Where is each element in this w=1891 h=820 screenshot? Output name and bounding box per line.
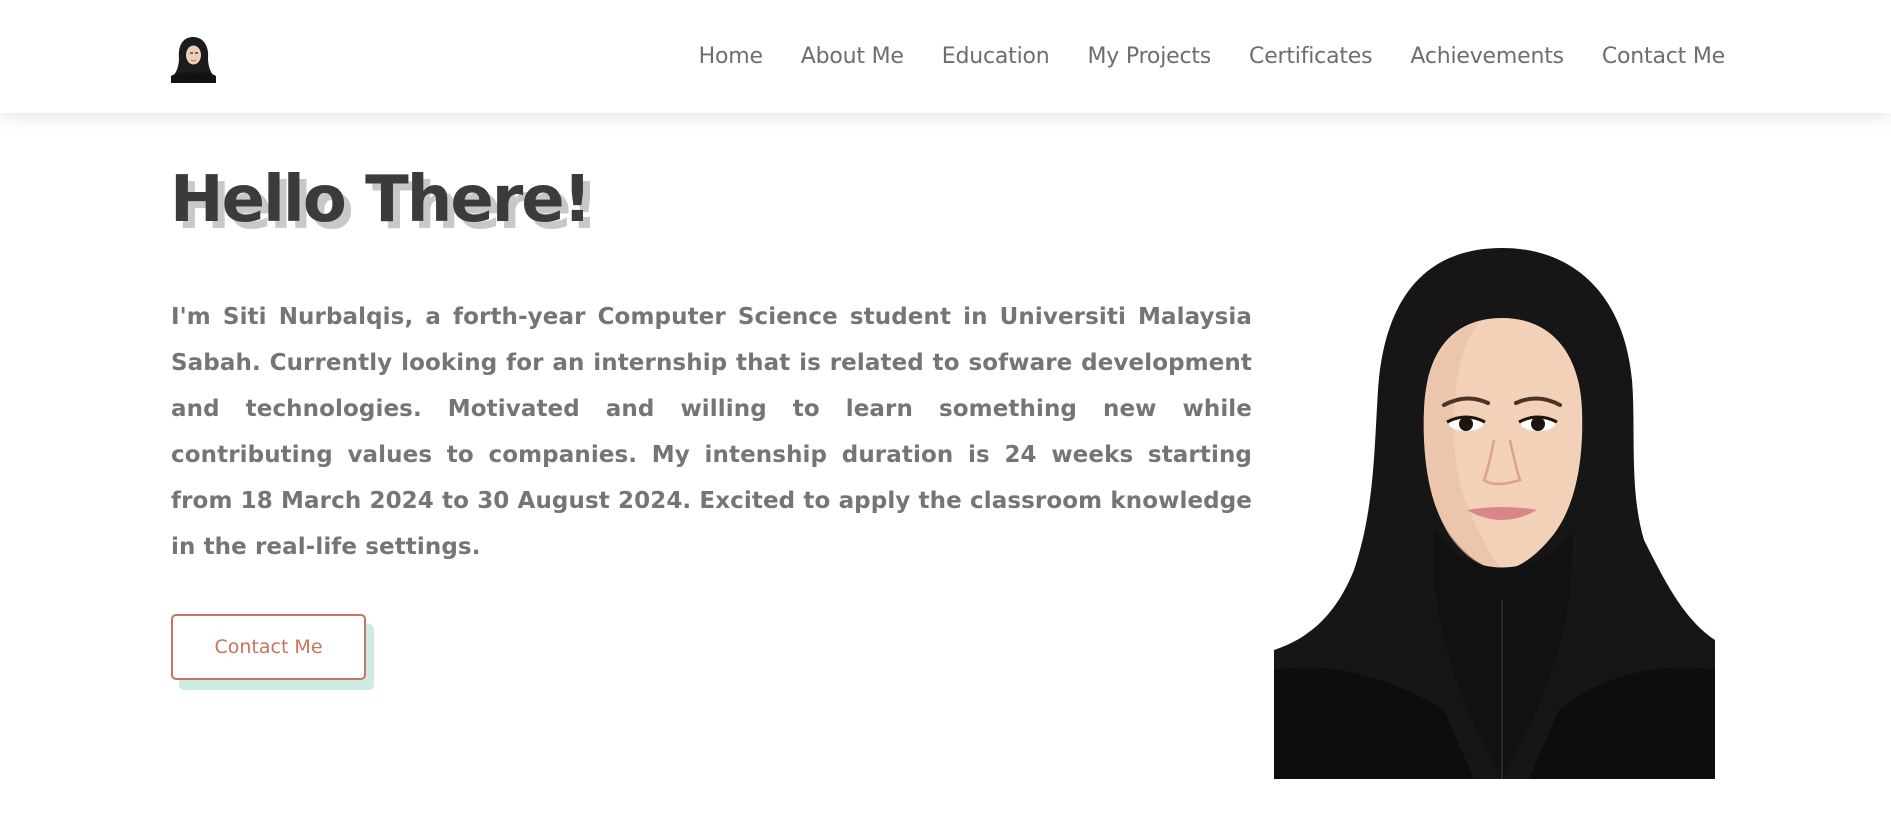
nav-certificates[interactable]: Certificates bbox=[1249, 44, 1373, 69]
nav-contact-me[interactable]: Contact Me bbox=[1602, 44, 1725, 69]
main-nav: Home About Me Education My Projects Cert… bbox=[699, 36, 1726, 76]
logo-avatar-icon[interactable] bbox=[171, 34, 216, 83]
hero-title: Hello There! bbox=[170, 163, 592, 237]
nav-my-projects[interactable]: My Projects bbox=[1088, 44, 1212, 69]
contact-button-wrapper: Contact Me bbox=[171, 614, 374, 690]
avatar-icon bbox=[171, 34, 216, 83]
nav-about-me[interactable]: About Me bbox=[801, 44, 904, 69]
contact-me-button[interactable]: Contact Me bbox=[171, 614, 366, 680]
navbar: Home About Me Education My Projects Cert… bbox=[0, 0, 1891, 113]
nav-home[interactable]: Home bbox=[699, 44, 763, 69]
profile-photo bbox=[1274, 240, 1715, 779]
hero-intro-text: I'm Siti Nurbalqis, a forth-year Compute… bbox=[171, 304, 1252, 560]
nav-achievements[interactable]: Achievements bbox=[1410, 44, 1564, 69]
portrait-image bbox=[1274, 240, 1715, 779]
nav-education[interactable]: Education bbox=[942, 44, 1050, 69]
